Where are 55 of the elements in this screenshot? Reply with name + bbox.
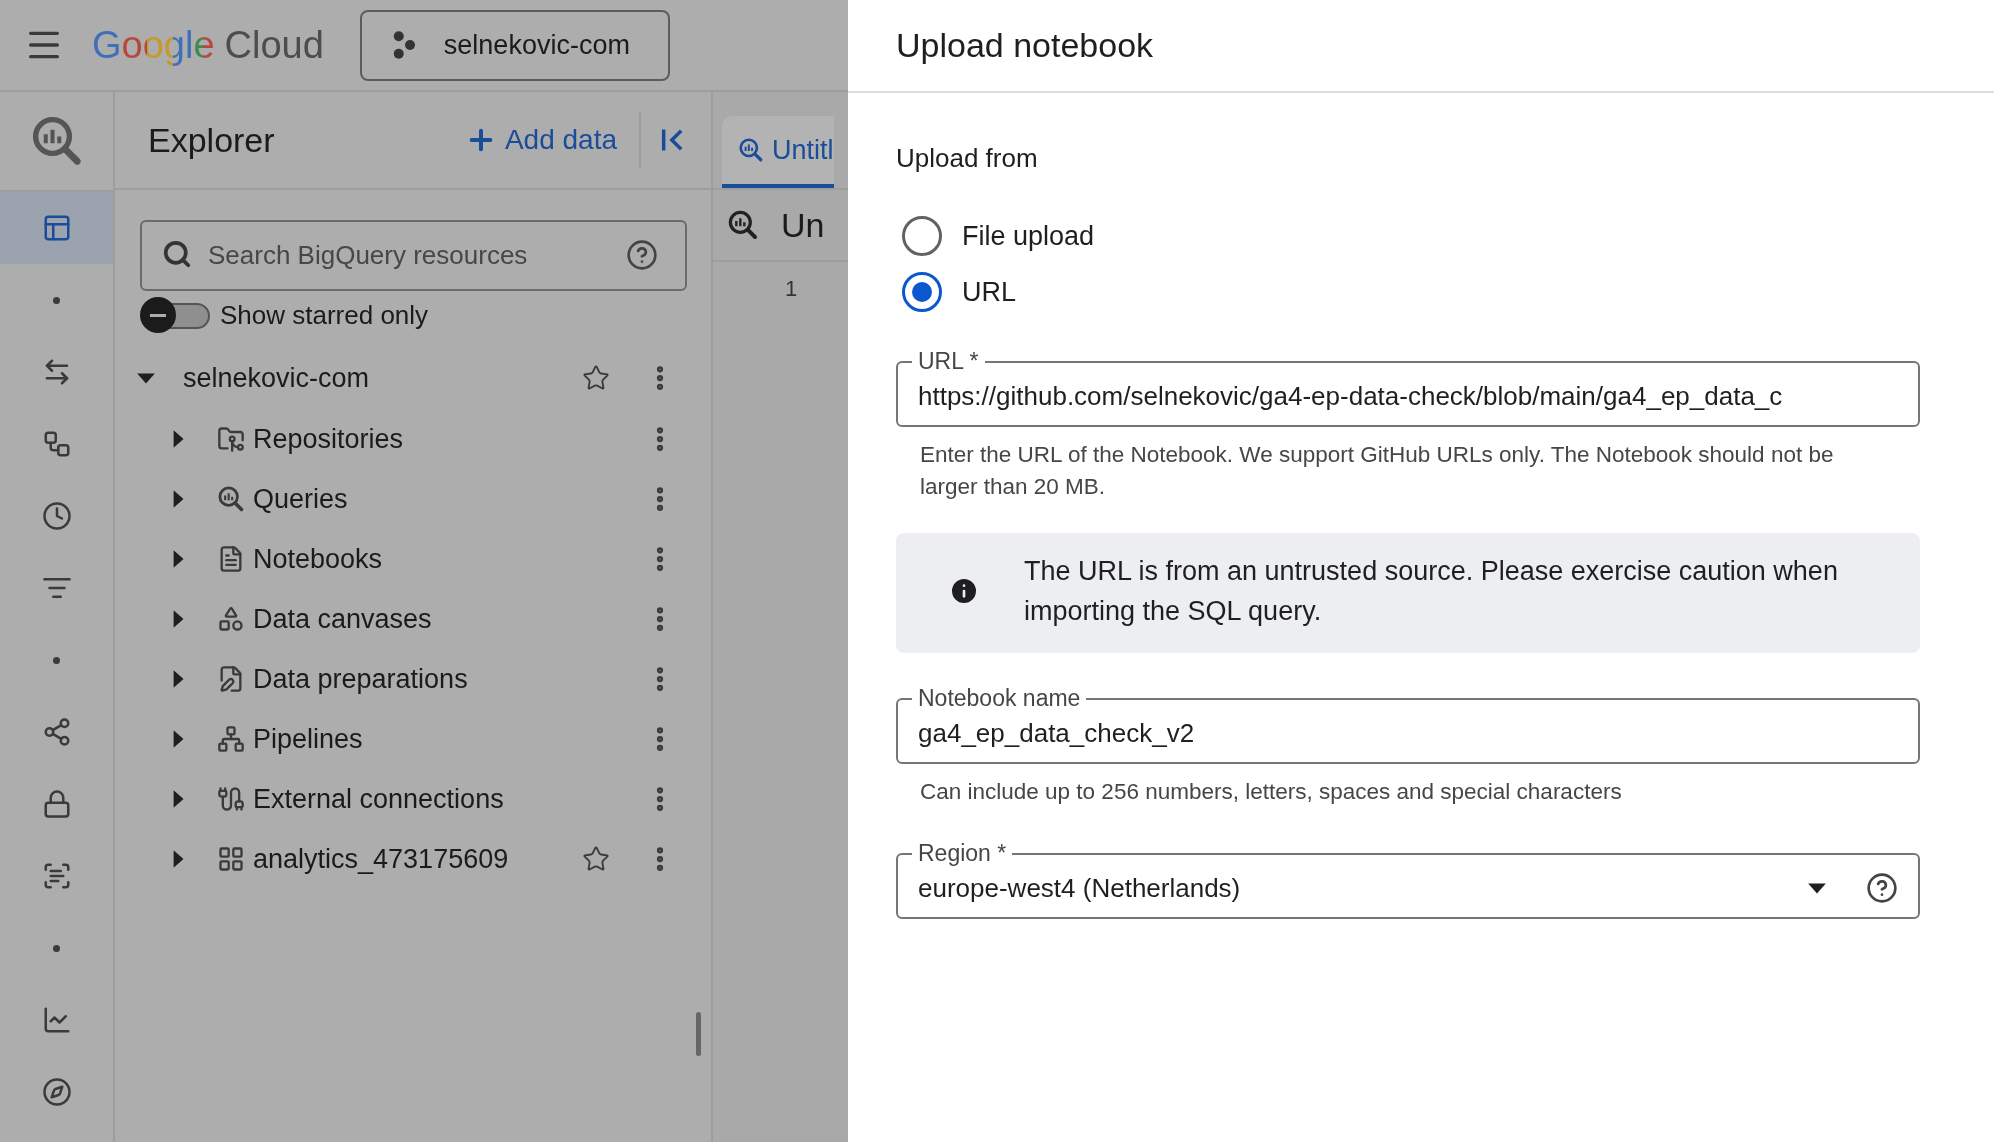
tree-item[interactable]: External connections <box>253 783 643 815</box>
tree-item[interactable]: Queries <box>253 483 643 515</box>
clock-icon <box>41 501 72 531</box>
nav-item[interactable] <box>0 192 113 264</box>
radio-label: URL <box>962 276 1016 308</box>
tree-item[interactable]: Data canvases <box>253 603 643 635</box>
radio-button[interactable] <box>902 216 942 256</box>
search-icon <box>162 239 192 269</box>
compass-icon <box>41 1077 72 1107</box>
notice-text: The URL is from an untrusted source. Please exercise caution when importing the SQL query. <box>1024 555 1839 628</box>
tree-item[interactable]: Pipelines <box>253 723 643 755</box>
query-icon <box>738 137 764 163</box>
query-title: Un <box>781 205 825 245</box>
help-icon[interactable] <box>1866 872 1898 904</box>
dot-icon <box>53 296 60 304</box>
dot-icon <box>53 944 60 952</box>
line-number: 1 <box>785 276 799 302</box>
toggle-switch[interactable] <box>140 297 210 333</box>
tree-item[interactable]: selnekovic-com <box>183 362 579 394</box>
dialog-title: Upload notebook <box>896 26 1154 65</box>
shapes-icon <box>217 605 245 633</box>
url-field[interactable]: URL * https://github.com/selnekovic/ga4-ep-data-check/blob/main/ga4_ep_data_c <box>896 350 1920 427</box>
help-icon[interactable] <box>626 239 658 271</box>
scrollbar[interactable] <box>696 1012 701 1056</box>
dot-icon <box>53 656 60 664</box>
logo-text: Cloud <box>224 23 324 67</box>
helper-text: Can include up to 256 numbers, letters, spaces and special characters <box>920 778 1623 806</box>
panel-title: Explorer <box>148 120 276 160</box>
editor-tab[interactable]: Untitl <box>722 116 834 188</box>
add-data-button[interactable]: Add data <box>464 124 639 156</box>
hierarchy-icon <box>217 725 245 753</box>
field-value: ga4_ep_data_check_v2 <box>918 717 1196 749</box>
radio-label: File upload <box>962 220 1095 252</box>
project-picker[interactable]: selnekovic-com <box>359 9 670 81</box>
folder-icon <box>217 425 245 453</box>
name-field[interactable]: Notebook name ga4_ep_data_check_v2 <box>896 687 1920 764</box>
tree-item[interactable]: Data preparations <box>253 663 643 695</box>
field-label: URL * <box>917 350 980 373</box>
radio-button[interactable] <box>902 272 942 312</box>
tree-item[interactable]: analytics_473175609 <box>253 843 579 875</box>
search-field[interactable]: Search BigQuery resources <box>140 220 687 291</box>
query-icon <box>727 209 759 241</box>
tree-item[interactable]: Repositories <box>253 423 643 455</box>
grid-icon <box>217 845 245 873</box>
field-label: Region * <box>917 842 1008 865</box>
field-value: https://github.com/selnekovic/ga4-ep-data-check/blob/main/ga4_ep_data_c <box>918 380 1784 412</box>
connection-icon <box>217 785 245 813</box>
field-value: europe-west4 (Netherlands) <box>918 872 1242 904</box>
section-label: Upload from <box>896 143 1039 174</box>
query-icon <box>217 485 245 513</box>
field-label: Notebook name <box>917 687 1082 710</box>
tree-item[interactable]: Notebooks <box>253 543 643 575</box>
toggle-label: Show starred only <box>220 299 429 331</box>
region-select[interactable]: Region * europe-west4 (Netherlands) <box>896 842 1920 919</box>
helper-text: Enter the URL of the Notebook. We support GitHub URLs only. The Notebook should not be larger than 20 MB. <box>920 441 1835 501</box>
